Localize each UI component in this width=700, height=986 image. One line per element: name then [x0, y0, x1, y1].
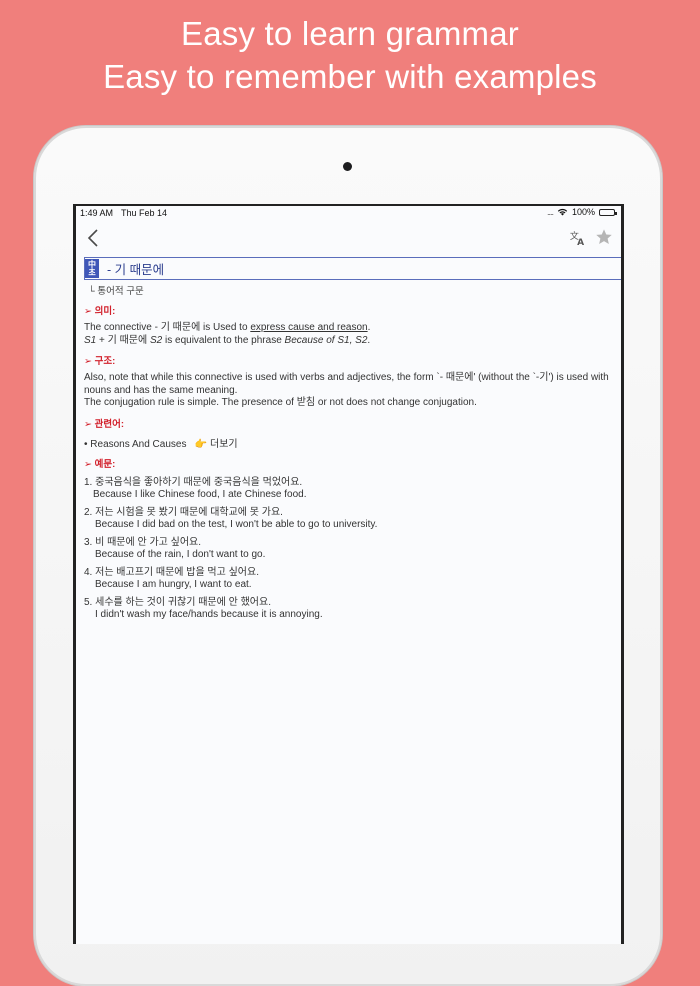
- battery-icon: [599, 208, 617, 216]
- entry-subtitle: └ 통어적 구문: [88, 286, 144, 297]
- chevron-left-icon[interactable]: [86, 228, 100, 248]
- examples-list: 1. 중국음식을 좋아하기 때문에 중국음식을 먹었어요. Because I …: [84, 477, 621, 622]
- example-item: 4. 저는 배고프기 때문에 밥을 먹고 싶어요. Because I am h…: [84, 567, 621, 592]
- example-english: I didn't wash my face/hands because it i…: [95, 609, 323, 620]
- related-item[interactable]: • Reasons And Causes: [84, 439, 186, 450]
- meaning-s2: S2: [150, 334, 163, 346]
- structure-text: Also, note that while this connective is…: [84, 372, 621, 410]
- structure-label: ➢ 구조:: [84, 356, 116, 367]
- structure-text-1: Also, note that while this connective is…: [84, 372, 609, 396]
- related-label: ➢ 관련어:: [84, 418, 124, 430]
- example-korean: 2. 저는 시험을 못 봤기 때문에 대학교에 못 가요.: [84, 506, 283, 518]
- device-screen: 1:49 AM Thu Feb 14 .... 100% 文 A 中 초 - 기…: [73, 204, 624, 944]
- level-badge: 中 초: [85, 259, 99, 278]
- example-english: Because of the rain, I don't want to go.: [95, 549, 266, 560]
- status-time: 1:49 AM: [80, 208, 114, 218]
- wifi-icon: [557, 208, 568, 216]
- grammar-entry: 中 초 - 기 때문에 └ 통어적 구문 ➢ 의미: The connectiv…: [84, 257, 621, 627]
- example-english: Because I did bad on the test, I won't b…: [95, 519, 378, 530]
- entry-title-row: 中 초 - 기 때문에: [84, 257, 621, 280]
- example-korean: 4. 저는 배고프기 때문에 밥을 먹고 싶어요.: [84, 566, 259, 578]
- structure-text-2: The conjugation rule is simple. The pres…: [84, 397, 477, 408]
- meaning-line1-pre: The connective - 기 때문에 is Used to: [84, 322, 251, 333]
- meaning-s1: S1: [84, 334, 97, 346]
- translate-icon[interactable]: 文 A: [569, 229, 587, 247]
- status-bar: 1:49 AM Thu Feb 14 .... 100%: [76, 206, 621, 219]
- meaning-equivalent: is equivalent to the phrase: [162, 334, 285, 346]
- meaning-label: ➢ 의미:: [84, 306, 116, 317]
- svg-text:A: A: [577, 238, 584, 247]
- headline-line-2: Easy to remember with examples: [103, 58, 597, 95]
- meaning-period: .: [367, 334, 371, 346]
- example-item: 5. 세수를 하는 것이 귀찮기 때문에 안 했어요. I didn't was…: [84, 597, 621, 622]
- meaning-line1-post: .: [367, 322, 371, 333]
- example-korean: 5. 세수를 하는 것이 귀찮기 때문에 안 했어요.: [84, 596, 271, 608]
- example-korean: 3. 비 때문에 안 가고 싶어요.: [84, 536, 202, 548]
- meaning-text: The connective - 기 때문에 is Used to expres…: [84, 322, 621, 347]
- related-row: • Reasons And Causes 👉 더보기: [84, 435, 621, 450]
- app-view: 1:49 AM Thu Feb 14 .... 100% 文 A 中 초 - 기…: [76, 206, 621, 944]
- meaning-phrase: Because of S1, S2: [284, 334, 368, 346]
- status-right: .... 100%: [546, 207, 617, 217]
- example-english: Because I am hungry, I want to eat.: [95, 579, 252, 590]
- battery-percent: 100%: [571, 207, 595, 217]
- signal-icon: ....: [546, 207, 554, 217]
- more-link[interactable]: 👉 더보기: [195, 439, 238, 450]
- nav-bar: 文 A: [76, 220, 621, 256]
- meaning-connective: + 기 때문에: [96, 334, 150, 346]
- status-date: Thu Feb 14: [121, 208, 168, 218]
- headline-line-1: Easy to learn grammar: [181, 15, 519, 52]
- star-icon[interactable]: [595, 228, 613, 246]
- example-english: Because I like Chinese food, I ate Chine…: [93, 489, 307, 500]
- example-korean: 1. 중국음식을 좋아하기 때문에 중국음식을 먹었어요.: [84, 476, 303, 488]
- badge-bottom: 초: [88, 267, 96, 277]
- example-item: 1. 중국음식을 좋아하기 때문에 중국음식을 먹었어요. Because I …: [84, 477, 621, 502]
- entry-title: - 기 때문에: [107, 263, 165, 277]
- camera-icon: [343, 162, 352, 171]
- example-item: 3. 비 때문에 안 가고 싶어요. Because of the rain, …: [84, 537, 621, 562]
- example-item: 2. 저는 시험을 못 봤기 때문에 대학교에 못 가요. Because I …: [84, 507, 621, 532]
- examples-label: ➢ 예문:: [84, 458, 116, 470]
- meaning-link[interactable]: express cause and reason: [250, 322, 367, 333]
